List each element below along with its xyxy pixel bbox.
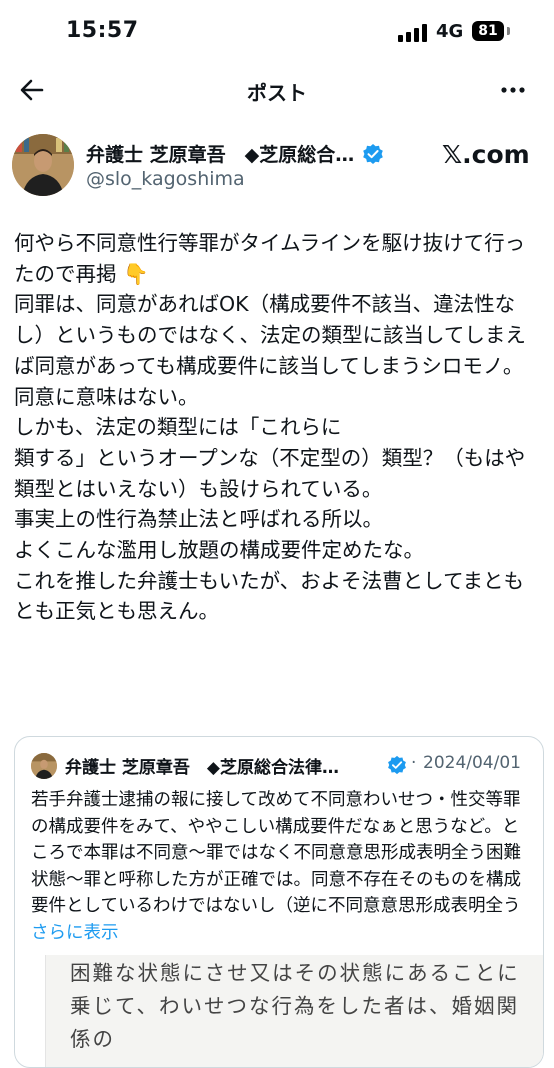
more-options-button[interactable] [500, 76, 526, 104]
quoted-post[interactable]: 弁護士 芝原章吾 ◆芝原総合法律… · 2024/04/01 若手弁護士逮捕の報… [14, 736, 544, 1068]
page-title: ポスト [247, 81, 307, 105]
quoted-post-image[interactable]: 困難な状態にさせ又はその状態にあることに乗じて、わいせつな行為をした者は、婚姻関… [45, 955, 543, 1067]
quoted-avatar-image [31, 753, 57, 779]
network-type: 4G [436, 21, 464, 42]
battery-icon: 81 [472, 21, 504, 41]
quoted-image-text: 困難な状態にさせ又はその状態にあることに乗じて、わいせつな行為をした者は、婚姻関… [70, 961, 520, 1051]
quoted-post-text: 若手弁護士逮捕の報に接して改めて不同意わいせつ・性交等罪の構成要件をみて、ややこ… [31, 787, 531, 946]
status-bar: 15:57 4G 81 [0, 0, 554, 64]
navigation-bar: ポスト [0, 64, 554, 116]
quoted-post-body: 若手弁護士逮捕の報に接して改めて不同意わいせつ・性交等罪の構成要件をみて、ややこ… [31, 790, 521, 916]
avatar-image [12, 134, 74, 196]
avatar[interactable] [12, 134, 74, 196]
verified-badge-icon [388, 755, 406, 775]
show-more-link[interactable]: さらに表示 [31, 923, 119, 943]
cellular-signal-icon [398, 24, 428, 42]
quoted-post-header: 弁護士 芝原章吾 ◆芝原総合法律… · 2024/04/01 [31, 753, 531, 781]
quoted-avatar [31, 753, 57, 779]
separator-dot: · [411, 753, 417, 773]
battery-tip [507, 27, 510, 35]
ellipsis-icon [501, 87, 525, 93]
author-name-row[interactable]: 弁護士 芝原章吾 ◆芝原総合… [86, 140, 386, 168]
quoted-author-name: 弁護士 芝原章吾 ◆芝原総合法律… [65, 758, 339, 778]
source-label: 𝕏.com [442, 140, 530, 169]
post-author: 弁護士 芝原章吾 ◆芝原総合… @slo_kagoshima 𝕏.com [0, 134, 554, 198]
verified-badge-icon [363, 144, 383, 164]
author-handle[interactable]: @slo_kagoshima [86, 168, 245, 190]
status-time: 15:57 [66, 18, 139, 43]
post-text: 何やら不同意性行等罪がタイムラインを駆け抜けて行ったので再掲 👇 同罪は、同意が… [14, 231, 526, 624]
quoted-post-date: 2024/04/01 [423, 753, 521, 773]
author-name: 弁護士 芝原章吾 ◆芝原総合… [86, 144, 355, 166]
